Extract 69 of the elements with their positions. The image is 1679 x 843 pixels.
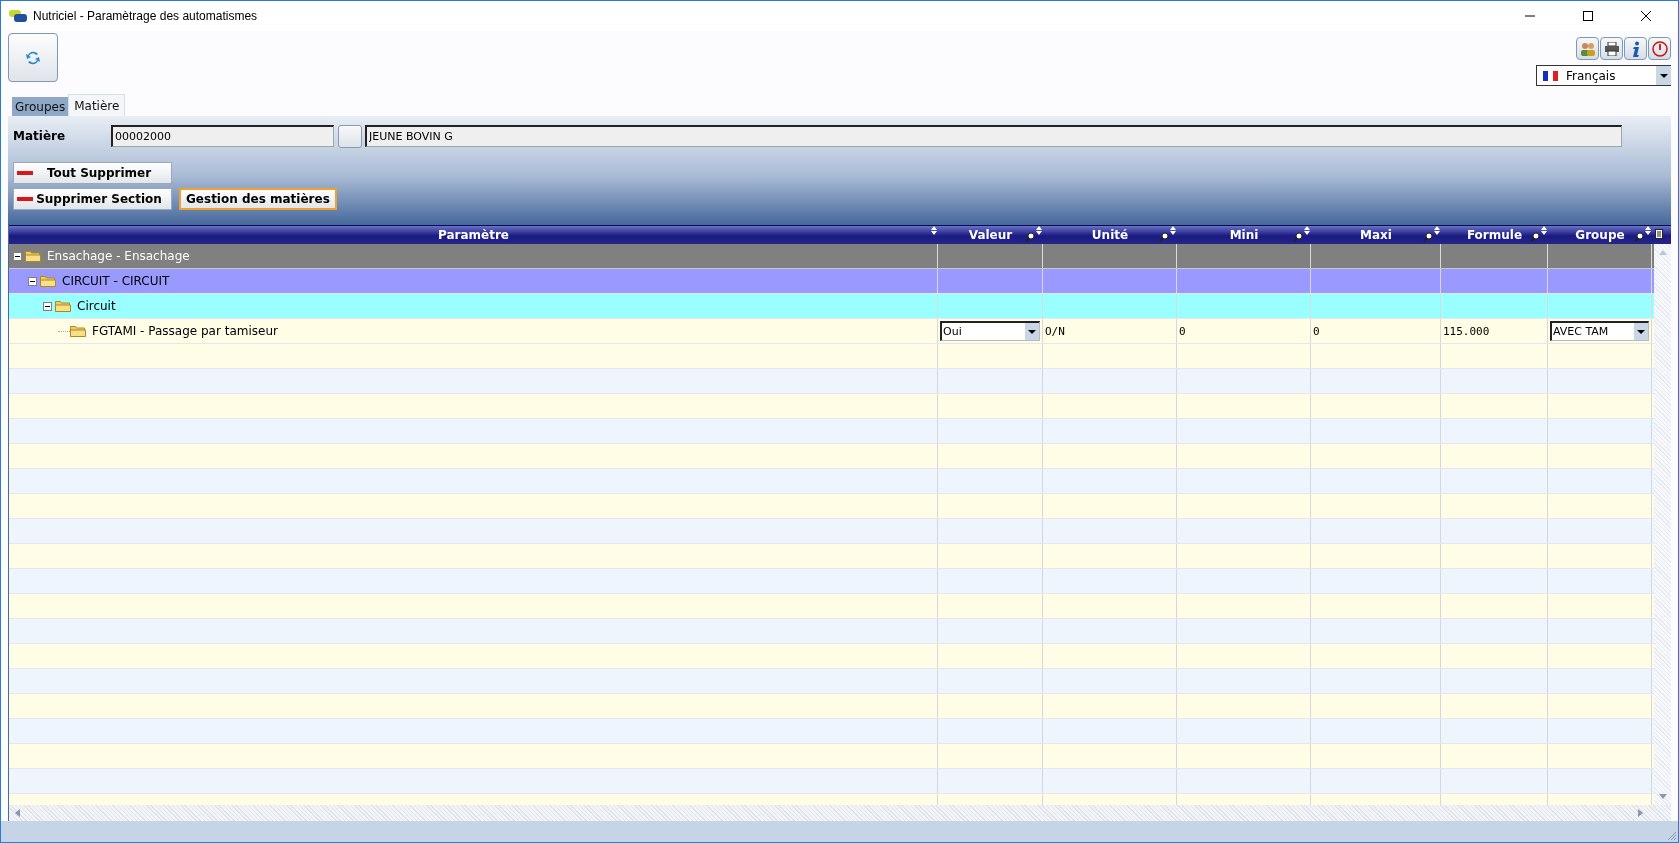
- value-dropdown[interactable]: AVEC TAM: [1550, 321, 1649, 341]
- window-title: Nutriciel - Paramètrage des automatismes: [33, 9, 258, 23]
- scroll-right-icon[interactable]: [1638, 809, 1643, 817]
- remove-button[interactable]: Supprimer Section: [13, 188, 172, 210]
- collapse-icon[interactable]: [43, 301, 52, 311]
- code-field[interactable]: 00002000: [111, 125, 334, 147]
- vertical-scrollbar[interactable]: [1654, 244, 1671, 805]
- tab[interactable]: Groupes: [12, 97, 69, 116]
- tree-item-label[interactable]: CIRCUIT - CIRCUIT: [62, 274, 170, 288]
- value-dropdown[interactable]: Oui: [940, 321, 1040, 341]
- table-cell: 0: [1179, 324, 1186, 338]
- collapse-icon[interactable]: [28, 276, 37, 286]
- tab[interactable]: Matière: [68, 94, 126, 116]
- app-logo-icon: [9, 10, 27, 22]
- close-icon[interactable]: [1640, 10, 1652, 22]
- sort-icon[interactable]: [1645, 226, 1651, 235]
- name-field[interactable]: JEUNE BOVIN G: [365, 125, 1622, 147]
- tree-item-label[interactable]: Circuit: [77, 299, 116, 313]
- flag-icon: [1543, 70, 1558, 81]
- column-header[interactable]: Groupe: [1575, 228, 1625, 242]
- collapse-icon[interactable]: [13, 251, 22, 261]
- search-icon[interactable]: [1423, 232, 1433, 242]
- column-header[interactable]: Unité: [1091, 228, 1129, 242]
- search-icon[interactable]: [1025, 232, 1035, 242]
- scroll-down-icon[interactable]: [1658, 794, 1667, 799]
- columns-icon[interactable]: [1655, 229, 1663, 239]
- print-icon[interactable]: [1600, 37, 1623, 60]
- caret-icon: [1028, 329, 1036, 334]
- tree-item-label[interactable]: Ensachage - Ensachage: [47, 249, 190, 263]
- search-icon[interactable]: [1293, 232, 1303, 242]
- search-icon[interactable]: [1634, 232, 1644, 242]
- resize-grip-icon[interactable]: [1667, 831, 1677, 841]
- table-cell: 115.000: [1443, 324, 1490, 338]
- folder-icon: [70, 325, 86, 337]
- field-label: Matière: [13, 129, 67, 143]
- caret-icon: [1659, 73, 1668, 78]
- manage-button[interactable]: Gestion des matières: [179, 188, 337, 210]
- column-header[interactable]: Formule: [1466, 228, 1523, 242]
- sort-icon[interactable]: [1036, 226, 1042, 235]
- caret-icon: [1637, 329, 1645, 334]
- minus-icon: [17, 171, 33, 175]
- users-icon[interactable]: [1576, 37, 1599, 60]
- language-dropdown[interactable]: Français: [1536, 65, 1671, 86]
- folder-icon: [40, 275, 56, 287]
- table-cell: 0: [1313, 324, 1320, 338]
- column-header[interactable]: Paramètre: [438, 228, 509, 242]
- search-icon[interactable]: [1159, 232, 1169, 242]
- remove-button[interactable]: Tout Supprimer: [13, 162, 172, 184]
- minus-icon: [17, 197, 33, 201]
- refresh-button[interactable]: [8, 33, 58, 82]
- info-icon[interactable]: [1624, 37, 1647, 60]
- folder-icon: [55, 300, 71, 312]
- column-header[interactable]: Mini: [1229, 228, 1259, 242]
- folder-icon: [25, 250, 41, 262]
- column-header[interactable]: Maxi: [1360, 228, 1392, 242]
- sort-icon[interactable]: [1434, 226, 1440, 235]
- sort-icon[interactable]: [1541, 226, 1547, 235]
- table-cell: O/N: [1045, 324, 1065, 338]
- sort-icon[interactable]: [1304, 226, 1310, 235]
- sort-icon[interactable]: [1170, 226, 1176, 235]
- tree-item-label[interactable]: FGTAMI - Passage par tamiseur: [92, 324, 278, 338]
- maximize-icon[interactable]: [1582, 10, 1594, 22]
- power-icon[interactable]: [1648, 37, 1671, 60]
- column-header[interactable]: Valeur: [968, 228, 1013, 242]
- scroll-left-icon[interactable]: [15, 809, 20, 817]
- picker-button[interactable]: [338, 124, 362, 148]
- sort-icon[interactable]: [931, 226, 937, 235]
- search-icon[interactable]: [1530, 232, 1540, 242]
- horizontal-scrollbar[interactable]: [9, 805, 1671, 821]
